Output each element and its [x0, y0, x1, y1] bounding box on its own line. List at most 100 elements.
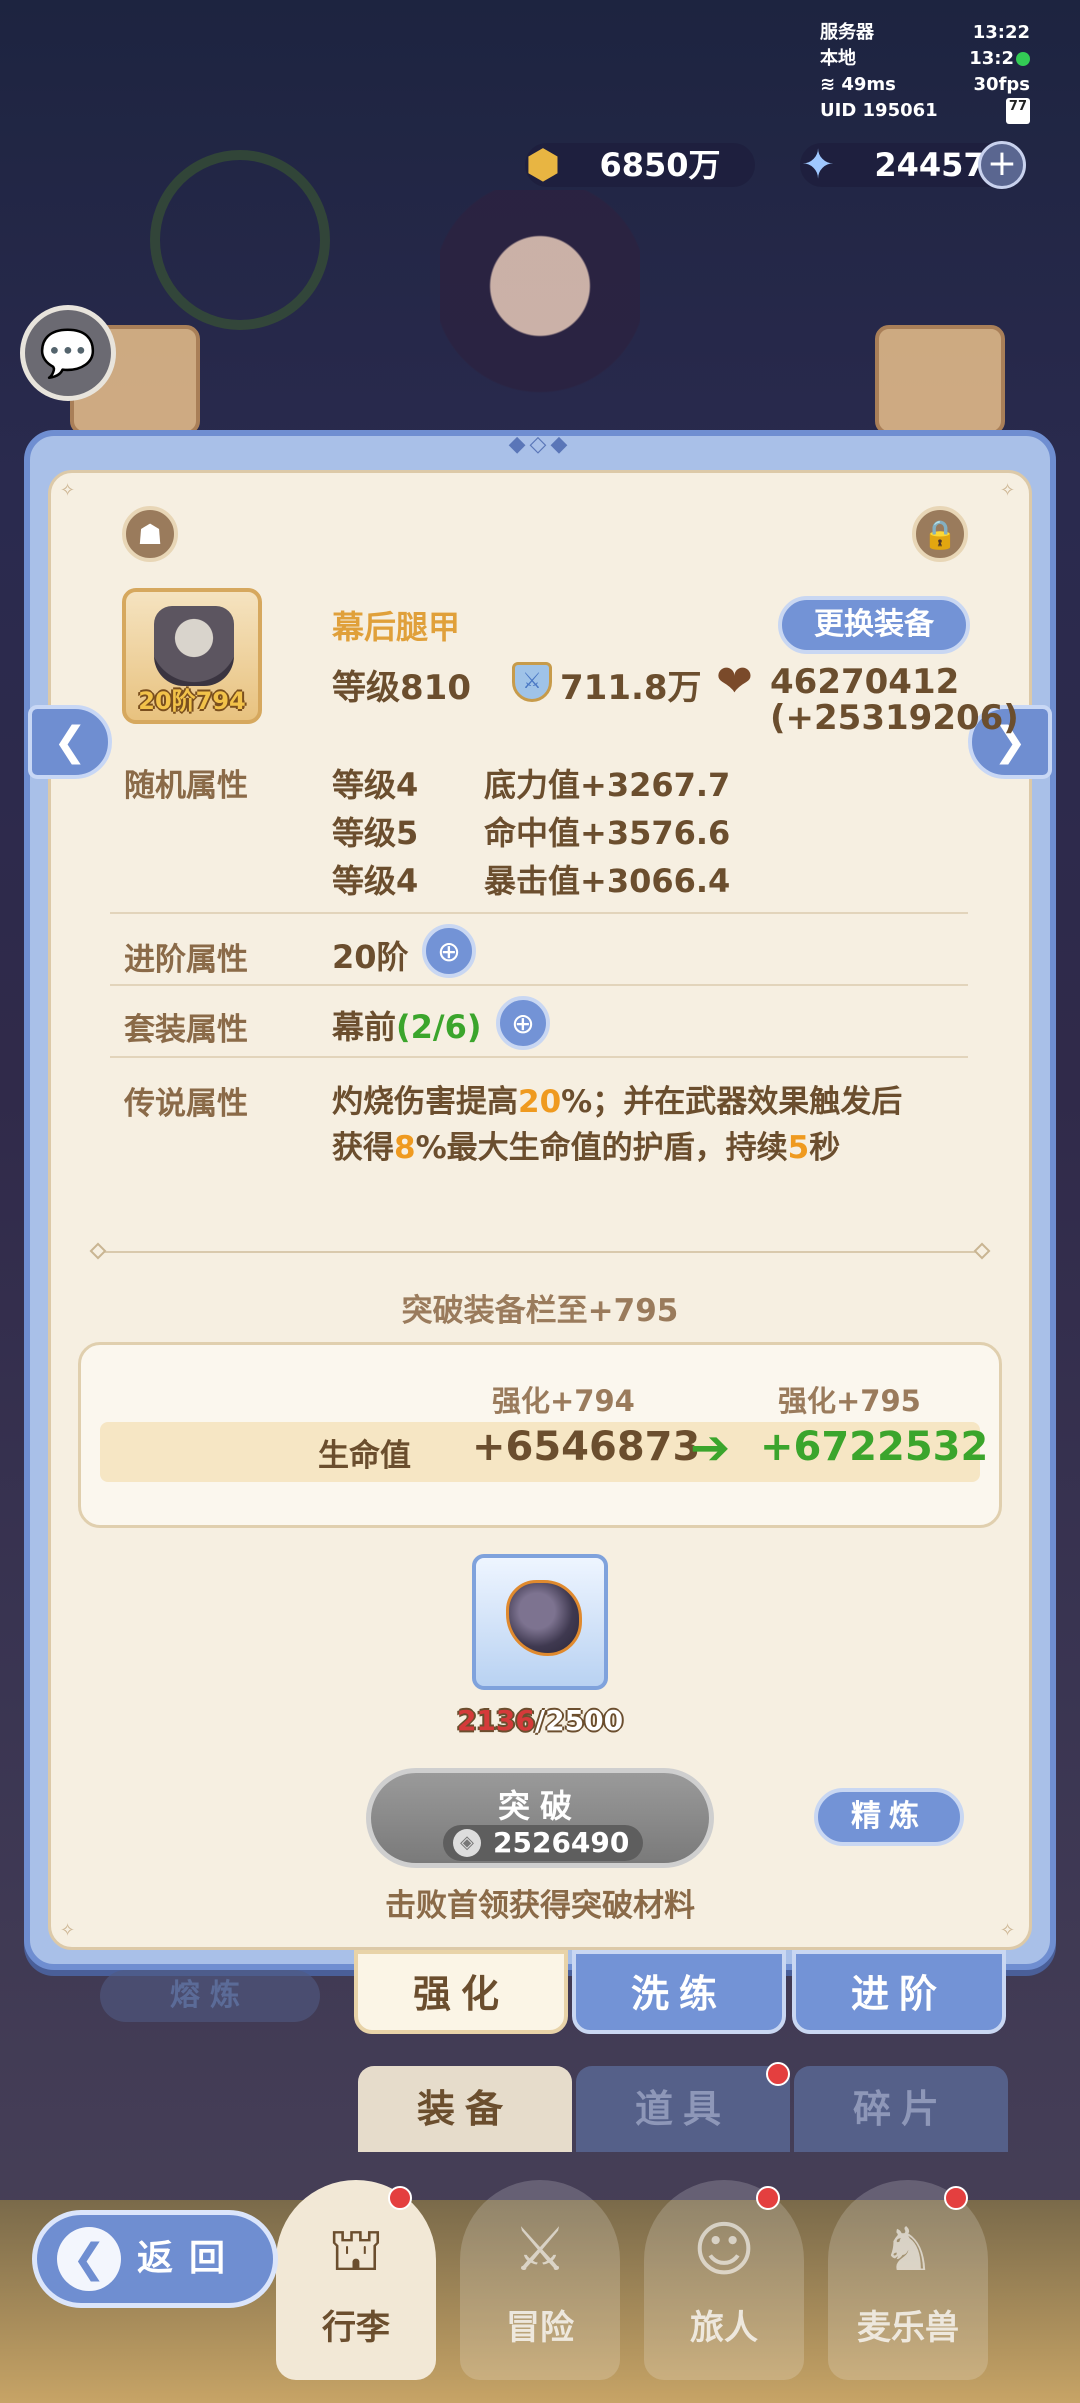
breakthrough-button-label: 突破: [497, 1787, 582, 1825]
local-time: 13:2: [969, 48, 1014, 69]
equipment-level: 等级810: [332, 668, 471, 708]
arrow-left-icon: ❮: [53, 719, 87, 765]
notification-dot: [756, 2186, 780, 2210]
bag-tab-equipment[interactable]: 装备: [358, 2066, 572, 2152]
equipment-icon-frame[interactable]: 20阶794: [122, 588, 262, 724]
fps-value: 30fps: [973, 74, 1030, 95]
breakthrough-cost: ◈ 2526490: [443, 1825, 643, 1861]
gold-value: 6850万: [599, 146, 721, 184]
uid-value: UID 195061: [820, 100, 938, 121]
equipment-name: 幕后腿甲: [332, 608, 461, 646]
ore-stone-icon: [506, 1580, 582, 1656]
pet-face-icon: ♞: [881, 2215, 935, 2285]
star-gem-icon: ✦: [801, 142, 835, 188]
corner-ornament: ✧: [60, 480, 76, 501]
breakthrough-material-slot[interactable]: [472, 1554, 608, 1690]
corner-ornament: ✧: [1000, 480, 1016, 501]
hero-character: [440, 190, 640, 430]
advance-value: 20阶: [332, 938, 409, 976]
equipment-hp-bonus: (+25319206): [770, 698, 1019, 738]
lock-icon[interactable]: 🔒: [912, 506, 968, 562]
nav-adventure[interactable]: ⚔ 冒险: [460, 2180, 620, 2380]
equipment-stage-badge: 20阶794: [138, 687, 246, 715]
crossed-swords-icon: ⚔: [513, 2215, 567, 2285]
compare-from-value: +6546873: [472, 1424, 701, 1470]
equipment-power: 711.8万: [560, 668, 702, 708]
wifi-icon: ≋: [820, 74, 836, 95]
equipment-type-legs-icon[interactable]: ☗: [122, 506, 178, 562]
notification-dot: [388, 2186, 412, 2210]
modal-ornament: ◆◇◆: [508, 432, 572, 457]
local-label: 本地: [820, 48, 856, 69]
notification-dot: [766, 2062, 790, 2086]
nav-pet-label: 麦乐兽: [857, 2308, 959, 2348]
random-attr-level: 等级4: [332, 766, 419, 804]
bag-tab-items[interactable]: 道具: [576, 2066, 790, 2152]
server-label: 服务器: [820, 22, 874, 43]
chest-icon: ⛫: [328, 2215, 384, 2285]
server-time: 13:22: [972, 22, 1030, 43]
tab-smelt[interactable]: 熔炼: [100, 1970, 320, 2022]
magnifier-icon: ⊕: [437, 934, 461, 968]
advance-attributes-label: 进阶属性: [124, 942, 248, 978]
change-equipment-button[interactable]: 更换装备: [778, 596, 970, 654]
material-count: 2136/2500: [456, 1704, 624, 1737]
chat-button[interactable]: 💬: [20, 305, 116, 401]
compare-column-from: 强化+794: [492, 1384, 635, 1418]
traveler-portrait-icon: ☺: [692, 2215, 756, 2285]
gold-counter: ⬢ 6850万: [525, 142, 755, 188]
notification-dot: [944, 2186, 968, 2210]
magnifier-icon: ⊕: [511, 1006, 535, 1040]
heart-icon: ❤: [716, 656, 753, 707]
background-ring: [150, 150, 330, 330]
equipment-hp: 46270412: [770, 662, 960, 702]
gem-counter: ✦ 24457 +: [800, 141, 1026, 189]
nav-bag-label: 行李: [322, 2308, 390, 2348]
random-attributes-label: 随机属性: [124, 768, 248, 804]
power-shield-icon: ⚔: [512, 662, 552, 702]
breakthrough-button[interactable]: 突破 ◈ 2526490: [366, 1768, 714, 1868]
legend-attributes-label: 传说属性: [124, 1086, 248, 1122]
silver-coin-icon: ◈: [453, 1829, 481, 1857]
nav-pet[interactable]: ♞ 麦乐兽: [828, 2180, 988, 2380]
random-attr-stat: 暴击值+3066.4: [484, 862, 731, 900]
tab-advance[interactable]: 进阶: [792, 1950, 1006, 2034]
back-arrow-icon: ❮: [57, 2227, 121, 2291]
random-attr-stat: 底力值+3267.7: [484, 766, 731, 804]
set-value: 幕前(2/6): [332, 1002, 481, 1048]
breakthrough-title: 突破装备栏至+795: [401, 1293, 679, 1329]
legend-description-line2: 获得8%最大生命值的护盾，持续5秒: [332, 1130, 841, 1166]
legend-description-line1: 灼烧伤害提高20%；并在武器效果触发后: [332, 1084, 903, 1120]
nav-traveler-label: 旅人: [690, 2308, 758, 2348]
background-slot-right: [875, 325, 1005, 435]
nav-traveler[interactable]: ☺ 旅人: [644, 2180, 804, 2380]
tab-wash[interactable]: 洗练: [572, 1950, 786, 2034]
battery-icon: 77: [1005, 98, 1030, 124]
set-name: 幕前: [332, 1008, 397, 1046]
section-separator: [96, 1251, 984, 1253]
compare-stat-name: 生命值: [318, 1438, 411, 1474]
random-attr-stat: 命中值+3576.6: [484, 814, 731, 852]
compare-to-value: +6722532: [760, 1424, 989, 1470]
divider: [110, 984, 968, 986]
breakthrough-hint: 击败首领获得突破材料: [385, 1888, 695, 1924]
gold-coin-icon: ⬢: [525, 142, 561, 188]
refine-button[interactable]: 精炼: [814, 1788, 964, 1846]
tab-strengthen[interactable]: 强化: [354, 1950, 568, 2034]
random-attr-level: 等级4: [332, 862, 419, 900]
ping-value: 49ms: [841, 74, 896, 95]
online-dot-icon: [1016, 52, 1030, 66]
divider: [110, 912, 968, 914]
prev-equipment-arrow[interactable]: ❮: [28, 705, 112, 779]
advance-detail-button[interactable]: ⊕: [422, 924, 476, 978]
back-button[interactable]: ❮ 返回: [32, 2210, 278, 2308]
nav-adventure-label: 冒险: [506, 2308, 574, 2348]
nav-bag[interactable]: ⛫ 行李: [276, 2180, 436, 2380]
random-attr-level: 等级5: [332, 814, 419, 852]
set-detail-button[interactable]: ⊕: [496, 996, 550, 1050]
set-progress: (2/6): [396, 1008, 482, 1046]
set-attributes-label: 套装属性: [124, 1012, 248, 1048]
add-gems-button[interactable]: +: [978, 141, 1026, 189]
compare-column-to: 强化+795: [778, 1384, 921, 1418]
bag-tab-fragments[interactable]: 碎片: [794, 2066, 1008, 2152]
